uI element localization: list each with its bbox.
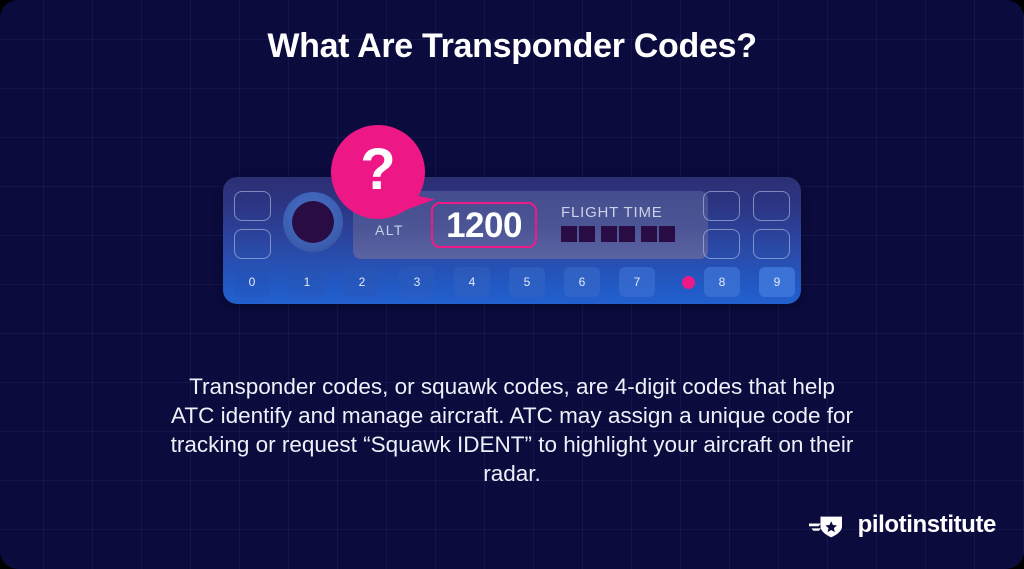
keypad-key-7[interactable]: 7 [619,267,655,297]
segment-block [601,226,617,242]
mode-button-3[interactable] [703,229,740,259]
page-title: What Are Transponder Codes? [267,27,757,65]
segment-block [579,226,595,242]
keypad-key-0[interactable]: 0 [234,267,270,297]
mode-button-4[interactable] [753,229,790,259]
brand-logo-text: pilotinstitute [857,511,997,538]
segment-block [561,226,577,242]
flight-time-segments [561,226,677,242]
keypad-key-2[interactable]: 2 [344,267,380,297]
keypad-key-5[interactable]: 5 [509,267,545,297]
transponder-unit: ALT 1200 FLIGHT TIME 01234567 89 [223,177,801,304]
function-button-2[interactable] [234,229,271,259]
segment-block [619,226,635,242]
segment-block [659,226,675,242]
body-paragraph: Transponder codes, or squawk codes, are … [170,374,854,486]
mode-button-2[interactable] [753,191,790,221]
numeric-keypad: 01234567 89 [234,267,795,297]
segment-block [641,226,657,242]
question-mark-icon: ? [360,137,396,202]
keypad-key-4[interactable]: 4 [454,267,490,297]
brand-logo: pilotinstitute [808,511,997,539]
function-button-1[interactable] [234,191,271,221]
squawk-code-field[interactable]: 1200 [431,202,537,248]
winged-shield-star-icon [808,516,842,538]
keypad-key-1[interactable]: 1 [289,267,325,297]
flight-time-label: FLIGHT TIME [561,204,663,221]
question-mark-speech-bubble: ? [331,125,435,219]
rotary-knob[interactable] [283,192,343,252]
slide-canvas: What Are Transponder Codes? ALT 1200 FLI… [0,0,1024,569]
keypad-key-6[interactable]: 6 [564,267,600,297]
mode-button-1[interactable] [703,191,740,221]
pink-cursor-dot [682,276,695,289]
keypad-key-3[interactable]: 3 [399,267,435,297]
keypad-key-9[interactable]: 9 [759,267,795,297]
flight-time-block: FLIGHT TIME [561,204,677,242]
squawk-code-value: 1200 [446,205,522,245]
keypad-key-8[interactable]: 8 [704,267,740,297]
mode-label: ALT [375,222,404,238]
